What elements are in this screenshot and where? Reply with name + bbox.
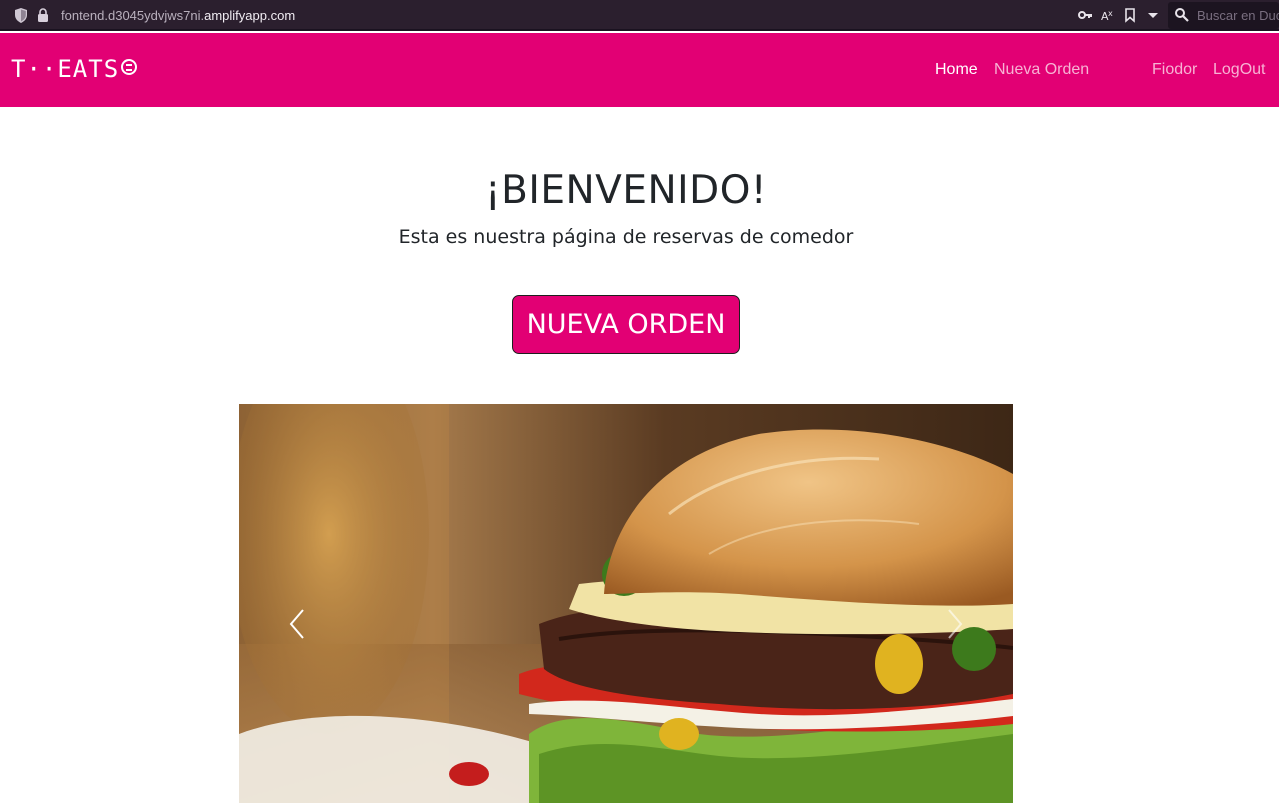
search-placeholder: Buscar en Duc bbox=[1197, 8, 1279, 23]
translate-icon[interactable]: A x bbox=[1100, 7, 1116, 23]
image-carousel bbox=[239, 404, 1013, 803]
brand-text: T··EATS bbox=[11, 55, 120, 83]
page-subtitle: Esta es nuestra página de reservas de co… bbox=[398, 226, 854, 248]
nav-nueva-orden-link[interactable]: Nueva Orden bbox=[994, 61, 1089, 79]
lock-icon[interactable] bbox=[37, 8, 49, 22]
address-field[interactable]: fontend.d3045ydvjws7ni.amplifyapp.com bbox=[61, 8, 295, 23]
key-icon[interactable] bbox=[1077, 7, 1093, 23]
browser-url-bar: fontend.d3045ydvjws7ni.amplifyapp.com A … bbox=[0, 0, 1279, 31]
chevron-down-icon[interactable] bbox=[1145, 7, 1161, 23]
nav-user-link[interactable]: Fiodor bbox=[1152, 61, 1197, 79]
search-box[interactable]: Buscar en Duc bbox=[1168, 2, 1279, 29]
burger-icon bbox=[121, 59, 138, 75]
page-title: ¡BIENVENIDO! bbox=[484, 168, 768, 213]
chevron-right-icon[interactable] bbox=[939, 604, 969, 644]
nav-home-link[interactable]: Home bbox=[935, 61, 978, 79]
svg-text:x: x bbox=[1108, 9, 1113, 18]
tracking-shield-icon[interactable] bbox=[14, 8, 28, 23]
nav-logout-link[interactable]: LogOut bbox=[1213, 61, 1265, 79]
navbar: T··EATS Home Nueva Orden Fiodor LogOut bbox=[0, 33, 1279, 107]
burger-photo bbox=[239, 404, 1013, 803]
url-path: fontend.d3045ydvjws7ni. bbox=[61, 8, 205, 23]
chevron-left-icon[interactable] bbox=[283, 604, 313, 644]
brand-logo[interactable]: T··EATS bbox=[11, 54, 138, 84]
search-icon bbox=[1175, 8, 1189, 22]
bookmark-icon[interactable] bbox=[1122, 7, 1138, 23]
nueva-orden-button[interactable]: NUEVA ORDEN bbox=[512, 295, 740, 354]
url-host: amplifyapp.com bbox=[204, 8, 296, 23]
